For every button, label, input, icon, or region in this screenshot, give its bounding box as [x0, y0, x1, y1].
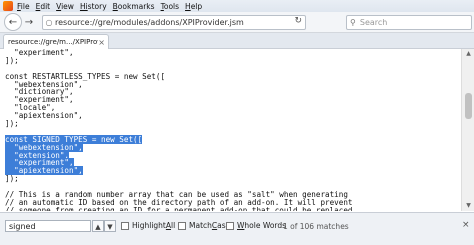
menu-tools[interactable]: Tools — [161, 2, 179, 11]
highlight-all-checkbox[interactable]: Highlight All — [121, 221, 175, 230]
code-line-text: ]); — [5, 55, 19, 65]
search-icon: ⚲ — [350, 18, 356, 27]
url-bar[interactable]: ○ resource://gre/modules/addons/XPIProvi… — [42, 15, 306, 30]
scroll-thumb[interactable] — [465, 93, 472, 119]
checkbox-box[interactable] — [226, 221, 234, 230]
reload-icon[interactable]: ↻ — [294, 16, 302, 26]
firefox-icon — [3, 1, 13, 11]
code-line: "apiextension", — [0, 112, 461, 120]
code-line-text: ]); — [5, 119, 19, 129]
code-line: ]); — [0, 175, 461, 183]
code-line: "experiment", — [0, 49, 461, 57]
navigation-bar: ← → ○ resource://gre/modules/addons/XPIP… — [0, 12, 474, 33]
tab-xpiprovider[interactable]: resource://gre/m.../XPIProvider.jsm × — [3, 34, 109, 49]
menu-bookmarks[interactable]: Bookmarks — [113, 2, 155, 11]
checkbox-box[interactable] — [121, 221, 129, 230]
scroll-up-arrow-icon[interactable]: ▲ — [462, 49, 474, 59]
forward-button[interactable]: → — [22, 15, 36, 29]
code-line: "experiment", — [0, 96, 461, 104]
code-line: "webextension", — [0, 142, 461, 152]
menu-help[interactable]: Help — [185, 2, 202, 11]
menu-edit[interactable]: Edit — [36, 2, 51, 11]
find-input[interactable]: signed — [5, 220, 91, 232]
arrow-left-icon: ← — [8, 16, 18, 28]
match-case-checkbox[interactable]: Match Case — [178, 221, 230, 230]
source-view[interactable]: "experiment",]); const RESTARTLESS_TYPES … — [0, 49, 461, 211]
code-line-text: ]); — [5, 174, 19, 184]
tab-label: resource://gre/m.../XPIProvider.jsm — [8, 38, 98, 46]
tab-strip: resource://gre/m.../XPIProvider.jsm × — [0, 33, 474, 49]
find-next-button[interactable]: ▼ — [104, 220, 116, 232]
chevron-up-icon: ▲ — [95, 223, 101, 231]
find-bar: signed ▲ ▼ Highlight All Match Case Whol… — [0, 212, 474, 245]
search-placeholder: Search — [359, 18, 388, 27]
checkbox-box[interactable] — [178, 221, 186, 230]
code-line: "apiextension", — [0, 166, 461, 176]
whole-words-checkbox[interactable]: Whole Words — [226, 221, 286, 230]
url-text: resource://gre/modules/addons/XPIProvide… — [55, 18, 244, 27]
code-line: ]); — [0, 120, 461, 128]
arrow-right-icon: → — [24, 16, 34, 28]
code-line: // someone from creating an ID for a per… — [0, 205, 461, 211]
vertical-scrollbar[interactable]: ▲ ▼ — [461, 49, 474, 211]
menu-file[interactable]: File — [17, 2, 30, 11]
chevron-down-icon: ▼ — [107, 223, 113, 231]
page-info-icon[interactable]: ○ — [43, 18, 55, 27]
back-button[interactable]: ← — [4, 13, 22, 31]
close-icon[interactable]: × — [98, 38, 105, 47]
code-line: ]); — [0, 55, 461, 65]
search-input[interactable]: ⚲ Search — [346, 15, 472, 30]
match-count: 1 of 106 matches — [283, 222, 349, 231]
scroll-down-arrow-icon[interactable]: ▼ — [462, 201, 474, 211]
close-icon[interactable]: × — [462, 220, 470, 230]
find-previous-button[interactable]: ▲ — [92, 220, 104, 232]
menu-bar: File Edit View History Bookmarks Tools H… — [0, 0, 474, 12]
code-line-text: // someone from creating an ID for a per… — [5, 205, 353, 211]
menu-history[interactable]: History — [80, 2, 107, 11]
menu-view[interactable]: View — [56, 2, 74, 11]
